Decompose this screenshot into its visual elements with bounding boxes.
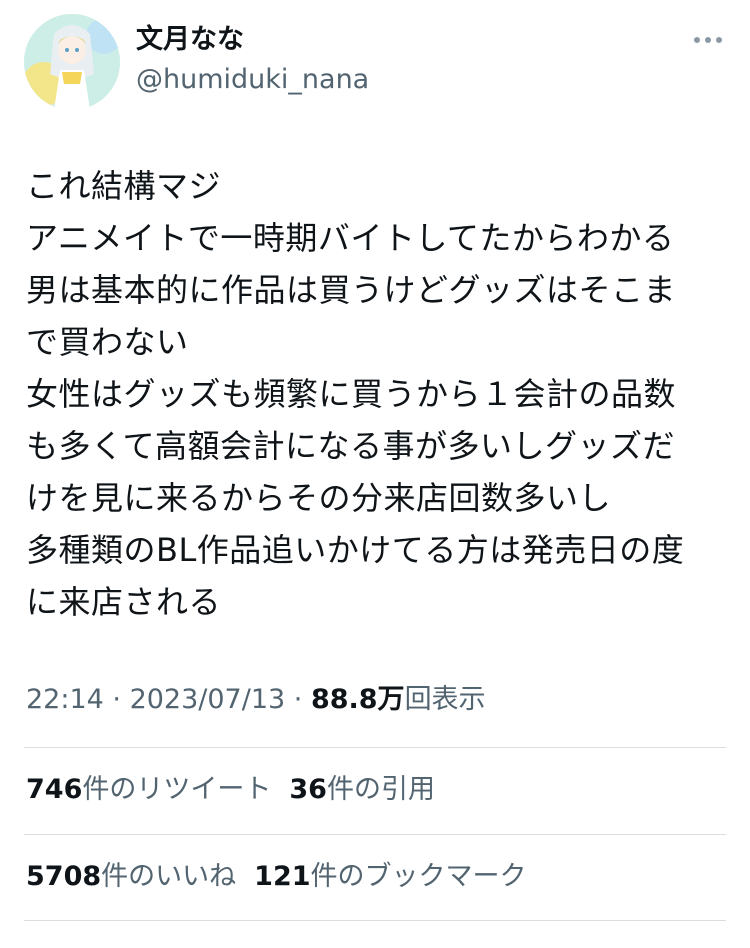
display-name[interactable]: 文月なな — [136, 22, 244, 58]
retweets-count: 746 — [26, 774, 83, 805]
avatar-illustration-icon — [24, 14, 120, 110]
likes-label: 件のいいね — [101, 861, 237, 892]
tweet-meta: 22:14 · 2023/07/13 · 88.8万回表示 — [26, 680, 486, 720]
divider — [24, 920, 726, 921]
tweet-text: これ結構マジ アニメイトで一時期バイトしてたからわかる 男は基本的に作品は買うけ… — [26, 167, 685, 621]
views-label: 回表示 — [404, 684, 486, 715]
retweet-quote-stats: 746件のリツイート 36件の引用 — [26, 770, 435, 810]
tweet-date[interactable]: 2023/07/13 — [130, 684, 286, 715]
ellipsis-icon — [694, 37, 722, 43]
divider — [24, 747, 726, 748]
meta-separator: · — [103, 684, 130, 715]
retweets-label: 件のリツイート — [82, 774, 272, 805]
avatar[interactable] — [24, 14, 120, 110]
bookmarks-count: 121 — [254, 861, 311, 892]
likes-count: 5708 — [26, 861, 102, 892]
like-bookmark-stats: 5708件のいいね 121件のブックマーク — [26, 857, 527, 897]
quotes-label: 件の引用 — [326, 774, 435, 805]
meta-separator: · — [285, 684, 311, 715]
user-handle[interactable]: @humiduki_nana — [136, 62, 369, 98]
retweets-link[interactable]: 746件のリツイート — [26, 774, 271, 805]
quotes-link[interactable]: 36件の引用 — [289, 774, 435, 805]
divider — [24, 834, 726, 835]
more-options-button[interactable] — [690, 26, 726, 50]
likes-link[interactable]: 5708件のいいね — [26, 861, 236, 892]
quotes-count: 36 — [289, 774, 327, 805]
bookmarks-link[interactable]: 121件のブックマーク — [254, 861, 526, 892]
views-count: 88.8万 — [310, 684, 405, 715]
tweet-time[interactable]: 22:14 — [26, 684, 104, 715]
bookmarks-label: 件のブックマーク — [310, 861, 527, 892]
